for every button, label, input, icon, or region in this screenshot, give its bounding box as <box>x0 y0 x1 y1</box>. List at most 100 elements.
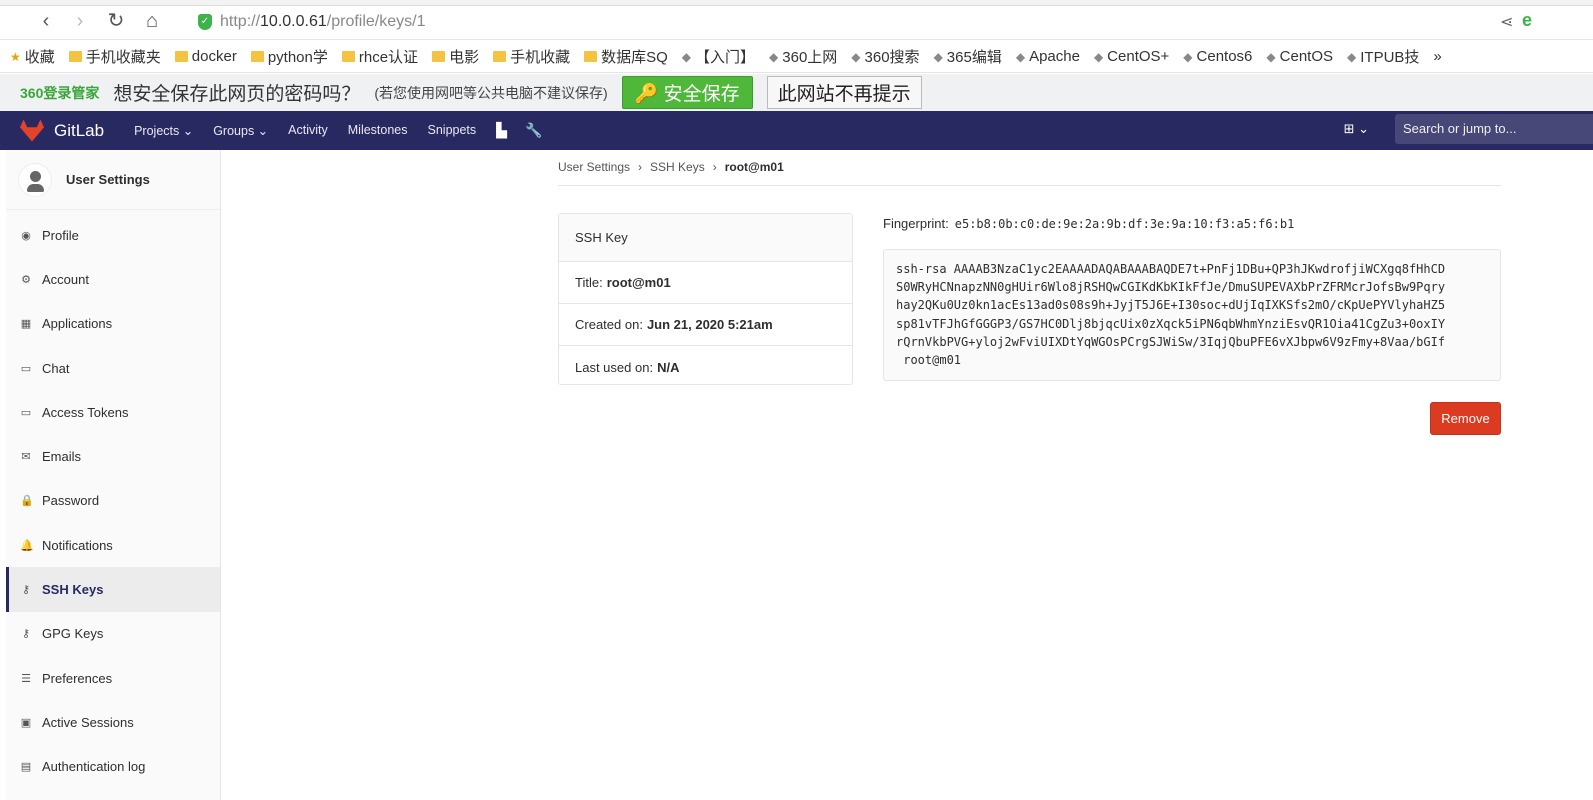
search-input[interactable]: Search or jump to... <box>1395 114 1593 144</box>
applications-icon: ▦ <box>20 318 32 331</box>
forward-icon[interactable]: › <box>68 10 92 32</box>
bookmark-label: Apache <box>1029 48 1080 65</box>
folder-icon <box>432 51 446 62</box>
sidebar-item-authentication-log[interactable]: ▤ Authentication log <box>6 745 220 789</box>
bookmark-item[interactable]: 手机收藏夹 <box>68 46 161 67</box>
save-label: 安全保存 <box>663 84 740 105</box>
bookmark-item[interactable]: 数据库SQ <box>584 46 668 67</box>
reload-icon[interactable]: ↻ <box>104 10 128 32</box>
url-path: /profile/keys/1 <box>326 13 426 30</box>
bookmark-label: rhce认证 <box>358 49 419 66</box>
secure-shield-icon: ✓ <box>198 14 212 30</box>
bookmark-label: CentOS <box>1279 48 1333 65</box>
bookmark-label: 360上网 <box>782 49 838 66</box>
sidebar-item-applications[interactable]: ▦ Applications <box>6 302 220 346</box>
sidebar-item-password[interactable]: 🔒 Password <box>6 479 220 523</box>
bookmark-label: 收藏 <box>24 49 55 66</box>
breadcrumb-user-settings[interactable]: User Settings <box>558 160 630 185</box>
bookmark-label: 【入门】 <box>695 49 756 66</box>
site-icon: ◆ <box>681 49 692 64</box>
save-password-question: 想安全保存此网页的密码吗？ <box>113 84 361 105</box>
sidebar-item-label: Access Tokens <box>42 404 129 420</box>
sidebar-header[interactable]: User Settings <box>6 150 220 210</box>
save-password-button[interactable]: 🔑 安全保存 <box>621 76 753 109</box>
site-icon: ◆ <box>769 49 779 64</box>
fingerprint-value: e5:b8:0b:c0:de:9e:2a:9b:df:3e:9a:10:f3:a… <box>954 217 1295 231</box>
bookmark-item[interactable]: 电影 <box>432 46 479 67</box>
remove-button[interactable]: Remove <box>1430 402 1501 435</box>
bookmark-item[interactable]: ◆ Centos6 <box>1183 48 1252 65</box>
sidebar-item-chat[interactable]: ▭ Chat <box>6 346 220 390</box>
account-icon: ⚙ <box>21 273 31 286</box>
ssh-key-card: SSH Key Title: root@m01 Created on: Jun 21… <box>558 213 853 385</box>
created-row: Created on: Jun 21, 2020 5:21am <box>559 304 852 346</box>
nav-groups[interactable]: Groups ⌄ <box>213 123 268 138</box>
home-icon[interactable]: ⌂ <box>140 10 164 32</box>
last-used-value: N/A <box>657 359 680 375</box>
password-save-bar: 360登录管家 想安全保存此网页的密码吗？ (若您使用网吧等公共电脑不建议保存)… <box>0 74 1593 111</box>
preferences-icon: ☰ <box>21 672 31 685</box>
bookmark-item[interactable]: ◆ 360搜索 <box>851 46 919 67</box>
sidebar-item-active-sessions[interactable]: ▣ Active Sessions <box>6 700 220 744</box>
new-item-dropdown-icon[interactable]: ⊞ ⌄ <box>1344 121 1369 137</box>
sidebar-item-account[interactable]: ⚙ Account <box>6 257 220 301</box>
public-key-text[interactable]: ssh-rsa AAAAB3NzaC1yc2EAAAADAQABAAABAQDE… <box>883 249 1501 381</box>
bell-icon: 🔔 <box>20 539 34 552</box>
address-bar[interactable]: ✓ http://10.0.0.61/profile/keys/1 <box>198 10 1478 34</box>
bookmark-label: 365编辑 <box>946 49 1002 66</box>
nav-milestones[interactable]: Milestones <box>348 123 408 138</box>
sidebar-item-emails[interactable]: ✉ Emails <box>6 434 220 478</box>
sessions-icon: ▣ <box>20 716 32 729</box>
chart-icon[interactable]: ▙ <box>496 122 507 139</box>
bookmark-item[interactable]: ◆ 365编辑 <box>934 46 1002 67</box>
sidebar-item-label: Chat <box>42 360 70 376</box>
gitlab-home-link[interactable]: GitLab <box>20 119 105 142</box>
site-icon: ◆ <box>1093 49 1104 64</box>
bookmark-label: ITPUB技 <box>1360 49 1420 66</box>
last-used-label: Last used on: <box>575 359 654 375</box>
bookmark-item[interactable]: rhce认证 <box>341 46 419 67</box>
back-icon[interactable]: ‹ <box>34 10 58 32</box>
sidebar-item-access-tokens[interactable]: ▭ Access Tokens <box>6 390 220 434</box>
bookmark-item[interactable]: 手机收藏 <box>493 46 570 67</box>
bookmark-label: Centos6 <box>1196 48 1253 65</box>
never-for-site-button[interactable]: 此网站不再提示 <box>766 76 922 109</box>
sidebar-item-notifications[interactable]: 🔔 Notifications <box>6 523 220 567</box>
sidebar-item-profile[interactable]: ◉ Profile <box>6 213 220 257</box>
bookmark-item[interactable]: ★ 收藏 <box>10 46 55 67</box>
access-tokens-icon: ▭ <box>20 406 32 419</box>
sidebar-item-gpg-keys[interactable]: ⚷ GPG Keys <box>6 612 220 656</box>
tab-strip[interactable] <box>0 0 1593 6</box>
settings-sidebar: User Settings ◉ Profile ⚙ Account ▦ Applicati… <box>6 150 221 800</box>
sidebar-item-ssh-keys[interactable]: ⚷ SSH Keys <box>6 567 220 612</box>
bookmark-item[interactable]: » <box>1433 48 1441 65</box>
bookmark-item[interactable]: ◆ CentOS <box>1266 48 1333 65</box>
browser-logo-icon[interactable]: e <box>1522 10 1532 31</box>
bookmark-item[interactable]: ◆ 【入门】 <box>682 46 755 67</box>
nav-activity[interactable]: Activity <box>288 123 328 138</box>
emails-icon: ✉ <box>21 451 31 464</box>
bookmark-item[interactable]: ◆ 360上网 <box>769 46 837 67</box>
share-icon[interactable]: ⋖ <box>1500 12 1513 32</box>
site-icon: ◆ <box>851 49 861 64</box>
bookmark-item[interactable]: ◆ ITPUB技 <box>1347 46 1419 67</box>
sidebar-item-preferences[interactable]: ☰ Preferences <box>6 656 220 700</box>
nav-projects[interactable]: Projects ⌄ <box>134 123 193 138</box>
star-icon: ★ <box>10 49 21 64</box>
bookmark-item[interactable]: ◆ CentOS+ <box>1094 48 1169 65</box>
bookmark-label: 电影 <box>449 49 480 66</box>
breadcrumb-ssh-keys[interactable]: SSH Keys <box>650 160 705 185</box>
folder-icon <box>584 51 598 62</box>
folder-icon <box>250 51 264 62</box>
breadcrumb: User Settings › SSH Keys › root@m01 <box>558 160 1501 186</box>
brand-name: GitLab <box>54 120 105 140</box>
site-icon: ◆ <box>933 49 943 64</box>
bookmark-item[interactable]: python学 <box>250 46 328 67</box>
wrench-icon[interactable]: 🔧 <box>525 122 542 139</box>
nav-snippets[interactable]: Snippets <box>428 123 477 138</box>
sidebar-item-label: Preferences <box>42 670 113 686</box>
bookmark-label: 手机收藏夹 <box>85 49 161 66</box>
bookmark-item[interactable]: docker <box>174 48 237 65</box>
bookmark-item[interactable]: ◆ Apache <box>1016 48 1080 65</box>
bookmark-label: 手机收藏 <box>510 49 571 66</box>
